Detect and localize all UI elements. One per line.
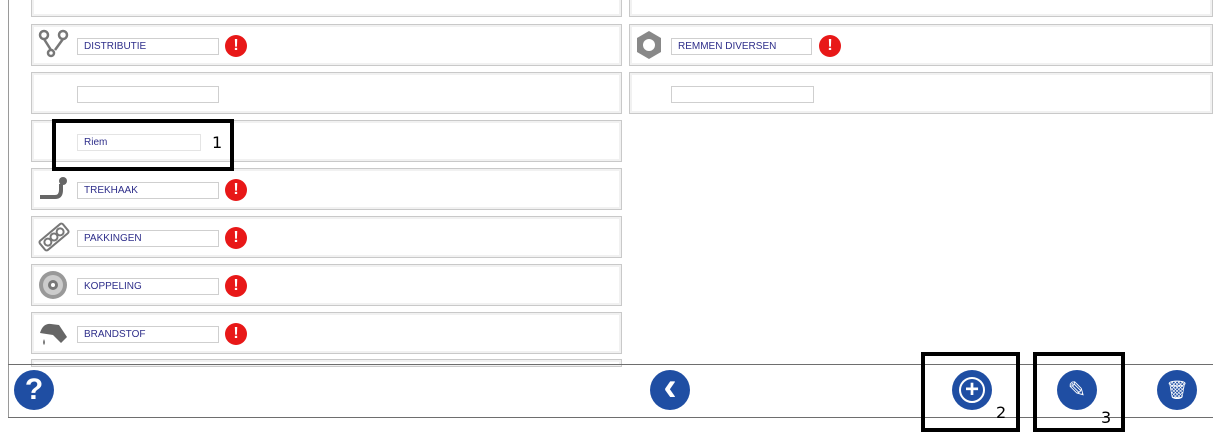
warning-icon: ! (225, 275, 247, 297)
chevron-left-icon: ‹ (663, 365, 677, 409)
category-label-empty (77, 86, 219, 103)
annotation-box-1 (52, 119, 234, 171)
category-row-partial-left (31, 0, 622, 17)
fuel-nozzle-icon (40, 323, 67, 345)
annotation-box-3 (1033, 352, 1125, 432)
back-button[interactable]: ‹ (650, 367, 690, 410)
chain-links-icon (38, 29, 69, 58)
category-row-pakkingen[interactable]: PAKKINGEN ! (31, 216, 622, 258)
trash-icon: 🗑 (1165, 380, 1189, 400)
page-left-border (8, 0, 9, 418)
category-label-brandstof: BRANDSTOF (77, 326, 219, 343)
category-row-empty-left[interactable] (31, 72, 622, 114)
category-row-partial-right (629, 0, 1213, 17)
gasket-icon (38, 222, 70, 252)
category-label-pakkingen: PAKKINGEN (77, 230, 219, 247)
warning-icon: ! (225, 179, 247, 201)
category-label-distributie: DISTRIBUTIE (77, 38, 219, 55)
tow-hook-icon (40, 177, 67, 199)
annotation-label-1: 1 (212, 133, 223, 152)
warning-icon: ! (225, 323, 247, 345)
nut-icon (637, 31, 661, 59)
category-label-trekhaak: TREKHAAK (77, 182, 219, 199)
category-label-koppeling: KOPPELING (77, 278, 219, 295)
annotation-label-2: 2 (996, 403, 1007, 422)
category-row-partial-bottom (31, 359, 622, 367)
help-icon: ? (24, 373, 44, 406)
category-row-distributie[interactable]: DISTRIBUTIE ! (31, 24, 622, 66)
category-row-remmen-diversen[interactable]: REMMEN DIVERSEN ! (629, 24, 1213, 66)
warning-icon: ! (225, 35, 247, 57)
category-row-trekhaak[interactable]: TREKHAAK ! (31, 168, 622, 210)
category-row-koppeling[interactable]: KOPPELING ! (31, 264, 622, 306)
delete-button[interactable]: 🗑 (1157, 370, 1197, 410)
category-label-empty (671, 86, 814, 103)
category-row-empty-right[interactable] (629, 72, 1213, 114)
category-row-brandstof[interactable]: BRANDSTOF ! (31, 312, 622, 354)
clutch-disc-icon (39, 271, 67, 299)
warning-icon: ! (225, 227, 247, 249)
category-label-remmen-diversen: REMMEN DIVERSEN (671, 38, 812, 55)
warning-icon: ! (819, 35, 841, 57)
help-button[interactable]: ? (14, 370, 54, 410)
annotation-label-3: 3 (1101, 408, 1112, 427)
